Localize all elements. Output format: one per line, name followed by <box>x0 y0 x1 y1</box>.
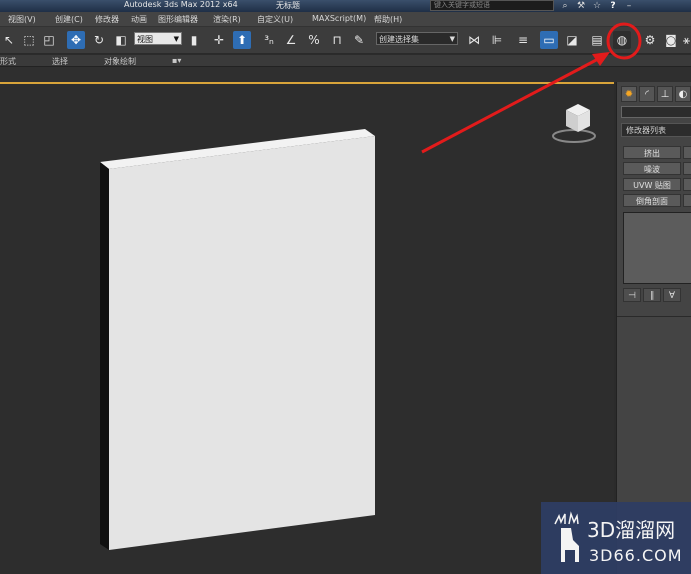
minimize-icon[interactable]: – <box>624 1 634 11</box>
star-icon[interactable]: ☆ <box>592 1 602 11</box>
deer-logo-icon <box>554 511 579 562</box>
bevel-profile-button-side[interactable] <box>683 194 691 207</box>
percent-snap-icon[interactable]: % <box>305 31 323 49</box>
menu-maxscript[interactable]: MAXScript(M) <box>312 14 366 23</box>
uvw-map-button-side[interactable] <box>683 178 691 191</box>
angle-snap-icon[interactable]: ∠ <box>282 31 300 49</box>
window-crossing-icon[interactable]: ◰ <box>40 31 58 49</box>
mirror-icon[interactable]: ⋈ <box>465 31 483 49</box>
reference-coord-dropdown[interactable]: 视图 ▼ <box>134 32 182 45</box>
rendered-frame-icon[interactable]: ◙ <box>662 31 680 49</box>
watermark-url: 3D66.COM <box>589 546 683 565</box>
noise-button[interactable]: 噪波 <box>623 162 681 175</box>
layer-manager-icon[interactable]: ≡ <box>514 31 532 49</box>
graphite-tools-icon[interactable]: ▭ <box>540 31 558 49</box>
ribbon-options-icon[interactable]: ▪▾ <box>172 56 181 65</box>
scale-icon[interactable]: ◧ <box>112 31 130 49</box>
extrude-button[interactable]: 挤出 <box>623 146 681 159</box>
rect-select-icon[interactable]: ⬚ <box>20 31 38 49</box>
create-tab-icon[interactable]: ✹ <box>621 86 637 102</box>
menu-rendering[interactable]: 渲染(R) <box>213 14 241 25</box>
watermark: 3D溜溜网 3D66.COM <box>541 502 691 574</box>
viewport-scene <box>100 104 596 550</box>
make-unique-icon[interactable]: ∀ <box>663 288 681 302</box>
manipulate-icon[interactable]: ✛ <box>210 31 228 49</box>
menu-view[interactable]: 视图(V) <box>8 14 36 25</box>
window-title: Autodesk 3ds Max 2012 x64 <box>124 0 238 9</box>
rotate-icon[interactable]: ↻ <box>90 31 108 49</box>
title-bar: Autodesk 3ds Max 2012 x64 无标题 键入关键字或短语 ⌕… <box>0 0 691 12</box>
schematic-view-icon[interactable]: ▤ <box>588 31 606 49</box>
ribbon-tab-modeling[interactable]: 形式 <box>0 56 16 67</box>
ribbon-tab-selection[interactable]: 选择 <box>52 56 68 67</box>
viewport-header <box>0 67 691 82</box>
edit-named-selection-icon[interactable]: ✎ <box>350 31 368 49</box>
watermark-brand: 3D溜溜网 <box>587 518 676 542</box>
render-icon[interactable]: ⚹ <box>682 31 691 49</box>
spinner-snap-icon[interactable]: ⊓ <box>328 31 346 49</box>
box-object[interactable] <box>100 129 375 550</box>
search-input[interactable]: 键入关键字或短语 <box>430 0 554 11</box>
chevron-down-icon: ▼ <box>449 35 455 43</box>
material-editor-icon[interactable]: ◍ <box>613 31 631 49</box>
hierarchy-tab-icon[interactable]: ⊥ <box>657 86 673 102</box>
snap-3d-icon[interactable]: ³ₙ <box>260 31 278 49</box>
menu-graph-editors[interactable]: 图形编辑器 <box>158 14 198 25</box>
menu-help[interactable]: 帮助(H) <box>374 14 402 25</box>
main-toolbar: ↖ ⬚ ◰ ✥ ↻ ◧ 视图 ▼ ▮ ✛ ⬆ ³ₙ ∠ % ⊓ ✎ 创建选择集 … <box>0 27 691 54</box>
pivot-icon[interactable]: ▮ <box>185 31 203 49</box>
command-panel: ✹ ◜ ⊥ ◐ 修改器列表 挤出 噪波 UVW 贴图 倒角剖面 ⊣ ∥ ∀ <box>616 82 691 574</box>
object-name-field[interactable] <box>621 106 691 118</box>
menu-animation[interactable]: 动画 <box>131 14 147 25</box>
perspective-viewport[interactable] <box>0 82 614 574</box>
file-name: 无标题 <box>276 1 300 10</box>
tools-icon[interactable]: ⚒ <box>576 1 586 11</box>
help-icon[interactable]: ? <box>608 1 618 11</box>
pin-stack-icon[interactable]: ⊣ <box>623 288 641 302</box>
menu-create[interactable]: 创建(C) <box>55 14 83 25</box>
reference-coord-value: 视图 <box>137 35 153 44</box>
binoculars-icon[interactable]: ⌕ <box>560 1 570 11</box>
motion-tab-icon[interactable]: ◐ <box>675 86 691 102</box>
viewcube-icon[interactable] <box>552 104 596 143</box>
menu-customize[interactable]: 自定义(U) <box>257 14 293 25</box>
select-link-icon[interactable]: ↖ <box>0 31 18 49</box>
modifier-list-dropdown[interactable]: 修改器列表 <box>621 123 691 137</box>
select-move-icon[interactable]: ✥ <box>67 31 85 49</box>
named-selection-value: 创建选择集 <box>379 35 419 44</box>
uvw-map-button[interactable]: UVW 贴图 <box>623 178 681 191</box>
modifier-stack[interactable] <box>623 212 691 284</box>
bevel-profile-button[interactable]: 倒角剖面 <box>623 194 681 207</box>
align-icon[interactable]: ⊫ <box>488 31 506 49</box>
ribbon-tab-object-paint[interactable]: 对象绘制 <box>104 56 136 67</box>
modify-tab-icon[interactable]: ◜ <box>639 86 655 102</box>
keyboard-shortcut-icon[interactable]: ⬆ <box>233 31 251 49</box>
menu-modifiers[interactable]: 修改器 <box>95 14 119 25</box>
extrude-button-side[interactable] <box>683 146 691 159</box>
show-end-result-icon[interactable]: ∥ <box>643 288 661 302</box>
panel-divider <box>617 316 691 317</box>
chevron-down-icon: ▼ <box>173 35 179 43</box>
named-selection-dropdown[interactable]: 创建选择集 ▼ <box>376 32 458 45</box>
menu-bar: 视图(V) 创建(C) 修改器 动画 图形编辑器 渲染(R) 自定义(U) MA… <box>0 12 691 27</box>
curve-editor-icon[interactable]: ◪ <box>563 31 581 49</box>
graphite-ribbon: 形式 选择 对象绘制 ▪▾ <box>0 55 691 67</box>
noise-button-side[interactable] <box>683 162 691 175</box>
render-setup-icon[interactable]: ⚙ <box>641 31 659 49</box>
